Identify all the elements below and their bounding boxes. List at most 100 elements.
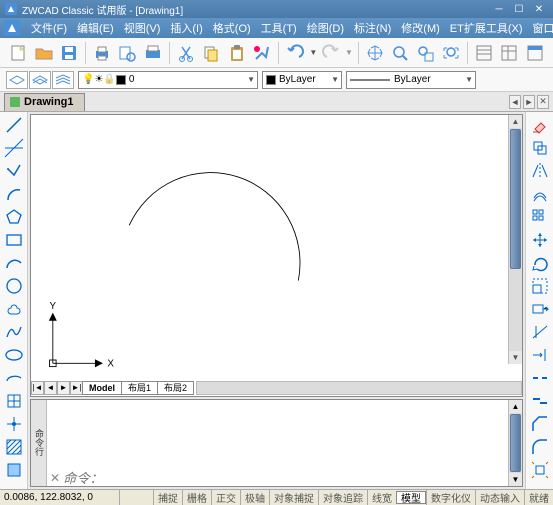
properties-button[interactable]: [472, 40, 496, 66]
command-icon: ✕: [47, 470, 63, 486]
point-button[interactable]: [2, 413, 26, 435]
fillet-button[interactable]: [528, 436, 552, 458]
xline-button[interactable]: [2, 137, 26, 159]
copy2-button[interactable]: [528, 137, 552, 159]
sheet-tab-nav[interactable]: |◄◄►►|: [31, 381, 83, 395]
chamfer-button[interactable]: [528, 413, 552, 435]
menu-dim[interactable]: 标注(N): [349, 20, 396, 36]
status-toggle-3[interactable]: 极轴: [240, 490, 269, 505]
erase-button[interactable]: [528, 114, 552, 136]
arc3p-button[interactable]: [2, 252, 26, 274]
menu-format[interactable]: 格式(O): [208, 20, 256, 36]
layer-prev-button[interactable]: [29, 71, 51, 89]
tab-prev-button[interactable]: ◄: [509, 95, 521, 109]
menu-et[interactable]: ET扩展工具(X): [445, 20, 528, 36]
status-toggle-8[interactable]: 数字化仪: [426, 490, 475, 505]
minimize-button[interactable]: ─: [489, 2, 509, 16]
extend-button[interactable]: [528, 344, 552, 366]
menu-tools[interactable]: 工具(T): [256, 20, 302, 36]
menu-view[interactable]: 视图(V): [119, 20, 166, 36]
redo-dropdown[interactable]: ▼: [344, 40, 353, 66]
linetype-combo[interactable]: ByLayer ▼: [346, 71, 476, 89]
block-button[interactable]: [2, 390, 26, 412]
doc-tab-drawing1[interactable]: Drawing1: [4, 93, 85, 111]
menu-draw[interactable]: 绘图(D): [302, 20, 349, 36]
offset-button[interactable]: [528, 183, 552, 205]
command-input[interactable]: [63, 471, 508, 486]
stretch-button[interactable]: [528, 298, 552, 320]
app-menu-icon[interactable]: [4, 20, 20, 36]
zoom-window-button[interactable]: [413, 40, 437, 66]
explode-button[interactable]: [528, 459, 552, 481]
menu-file[interactable]: 文件(F): [26, 20, 72, 36]
break-button[interactable]: [528, 367, 552, 389]
layers-button[interactable]: [497, 40, 521, 66]
zoom-all-button[interactable]: [439, 40, 463, 66]
tab-next-button[interactable]: ►: [523, 95, 535, 109]
new-button[interactable]: [6, 40, 30, 66]
sheet-tab-layout2[interactable]: 布局2: [157, 381, 194, 395]
menu-insert[interactable]: 插入(I): [165, 20, 207, 36]
arc-button[interactable]: [2, 183, 26, 205]
ellipse-button[interactable]: [2, 344, 26, 366]
drawing-canvas[interactable]: X Y ▲ ▼: [31, 115, 522, 380]
layer-manager-button[interactable]: [6, 71, 28, 89]
maximize-button[interactable]: ☐: [509, 2, 529, 16]
sheet-tab-model[interactable]: Model: [82, 381, 122, 395]
save-button[interactable]: [57, 40, 81, 66]
rotate-button[interactable]: [528, 252, 552, 274]
status-toggle-9[interactable]: 动态输入: [475, 490, 524, 505]
spline-button[interactable]: [2, 321, 26, 343]
palette-button[interactable]: [523, 40, 547, 66]
menu-edit[interactable]: 编辑(E): [72, 20, 119, 36]
canvas-vscrollbar[interactable]: ▲ ▼: [508, 115, 522, 364]
tab-close-button[interactable]: ✕: [537, 95, 549, 109]
region-button[interactable]: [2, 459, 26, 481]
print-button[interactable]: [90, 40, 114, 66]
sheet-tab-layout1[interactable]: 布局1: [121, 381, 158, 395]
status-toggle-6[interactable]: 线宽: [367, 490, 396, 505]
hatch-button[interactable]: [2, 436, 26, 458]
menu-modify[interactable]: 修改(M): [396, 20, 445, 36]
paste-button[interactable]: [225, 40, 249, 66]
status-toggle-10[interactable]: 就绪: [524, 490, 553, 505]
rectangle-button[interactable]: [2, 229, 26, 251]
line-button[interactable]: [2, 114, 26, 136]
copy-button[interactable]: [199, 40, 223, 66]
polyline-button[interactable]: [2, 160, 26, 182]
close-button[interactable]: ✕: [529, 2, 549, 16]
trim-button[interactable]: [528, 321, 552, 343]
ellipsearc-button[interactable]: [2, 367, 26, 389]
scale-button[interactable]: [528, 275, 552, 297]
command-window[interactable]: 命令行 ▲▼ ✕: [30, 399, 523, 487]
status-toggle-0[interactable]: 捕捉: [153, 490, 182, 505]
revcloud-button[interactable]: [2, 298, 26, 320]
array-button[interactable]: [528, 206, 552, 228]
canvas-hscrollbar[interactable]: [196, 381, 522, 395]
match-button[interactable]: [250, 40, 274, 66]
undo-button[interactable]: [283, 40, 307, 66]
command-vscrollbar[interactable]: ▲▼: [508, 400, 522, 486]
status-toggle-2[interactable]: 正交: [211, 490, 240, 505]
circle-button[interactable]: [2, 275, 26, 297]
redo-button[interactable]: [319, 40, 343, 66]
status-toggle-5[interactable]: 对象追踪: [318, 490, 367, 505]
zoom-button[interactable]: [388, 40, 412, 66]
layer-combo[interactable]: 💡 ☀ 🔒 0 ▼: [78, 71, 258, 89]
pan-button[interactable]: [363, 40, 387, 66]
plot-button[interactable]: [141, 40, 165, 66]
polygon-button[interactable]: [2, 206, 26, 228]
layer-state-button[interactable]: [52, 71, 74, 89]
status-toggle-1[interactable]: 栅格: [182, 490, 211, 505]
status-toggle-7[interactable]: 模型: [396, 491, 426, 504]
preview-button[interactable]: [115, 40, 139, 66]
join-button[interactable]: [528, 390, 552, 412]
open-button[interactable]: [31, 40, 55, 66]
mirror-button[interactable]: [528, 160, 552, 182]
menu-window[interactable]: 窗口(W): [528, 20, 553, 36]
undo-dropdown[interactable]: ▼: [309, 40, 318, 66]
color-combo[interactable]: ByLayer ▼: [262, 71, 342, 89]
cut-button[interactable]: [174, 40, 198, 66]
status-toggle-4[interactable]: 对象捕捉: [269, 490, 318, 505]
move-button[interactable]: [528, 229, 552, 251]
